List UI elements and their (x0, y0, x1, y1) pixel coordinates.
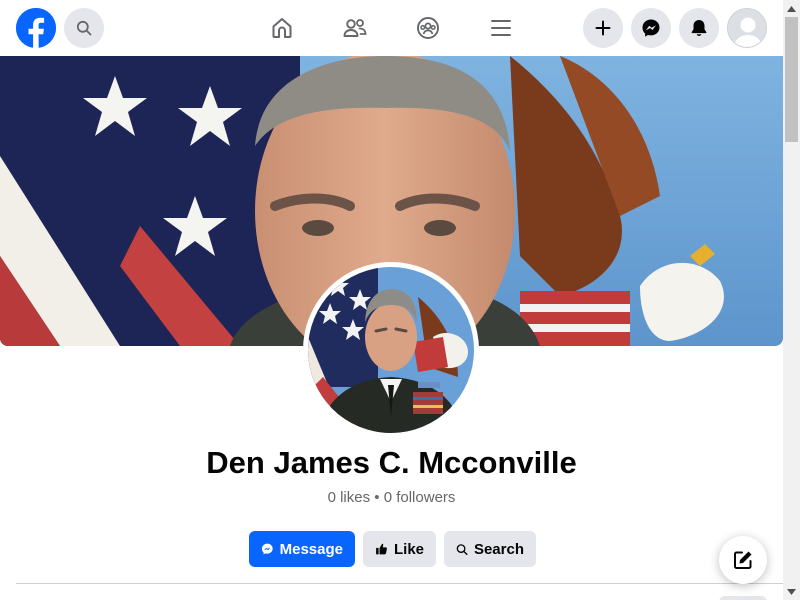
messenger-icon (642, 19, 660, 37)
message-button[interactable]: Message (249, 531, 355, 567)
profile-picture[interactable] (308, 267, 474, 433)
nav-home[interactable] (266, 12, 298, 44)
bell-icon (691, 20, 707, 36)
likes-count[interactable]: 0 likes (328, 489, 371, 506)
profile-actions: Message Like Search (249, 531, 536, 567)
compose-button[interactable] (719, 536, 767, 584)
plus-icon (595, 20, 611, 36)
profile-stats: 0 likes • 0 followers (0, 489, 783, 506)
profile-name: Den James C. Mcconville (206, 445, 577, 480)
home-icon (272, 18, 292, 38)
scroll-down-arrow[interactable] (783, 583, 800, 600)
like-label: Like (393, 540, 424, 558)
scroll-thumb[interactable] (785, 17, 798, 142)
section-divider (16, 583, 783, 584)
followers-count[interactable]: 0 followers (384, 489, 456, 506)
thumbs-up-icon (376, 543, 387, 555)
profile-page: Den James C. Mcconville 0 likes • 0 foll… (0, 0, 800, 600)
messenger-icon (261, 543, 273, 555)
menu-icon (491, 20, 511, 36)
nav-friends[interactable] (339, 12, 371, 44)
page-scrollbar[interactable] (783, 0, 800, 600)
search-label: Search (473, 540, 524, 558)
search-icon (456, 543, 468, 555)
stats-separator: • (370, 489, 384, 506)
search-icon (76, 20, 92, 36)
account-avatar[interactable] (727, 8, 767, 48)
avatar (728, 9, 766, 47)
top-navigation-bar (0, 0, 783, 56)
search-button[interactable] (64, 8, 104, 48)
nav-menu[interactable] (485, 12, 517, 44)
nav-groups[interactable] (412, 12, 444, 44)
like-button[interactable]: Like (363, 531, 436, 567)
groups-icon (417, 17, 439, 39)
message-label: Message (279, 540, 343, 558)
facebook-logo[interactable] (16, 8, 56, 48)
scroll-up-arrow[interactable] (783, 0, 800, 17)
partial-button[interactable] (719, 596, 767, 600)
notifications-button[interactable] (679, 8, 719, 48)
messenger-button[interactable] (631, 8, 671, 48)
create-button[interactable] (583, 8, 623, 48)
compose-icon (734, 551, 752, 569)
friends-icon (343, 19, 367, 37)
search-profile-button[interactable]: Search (444, 531, 536, 567)
